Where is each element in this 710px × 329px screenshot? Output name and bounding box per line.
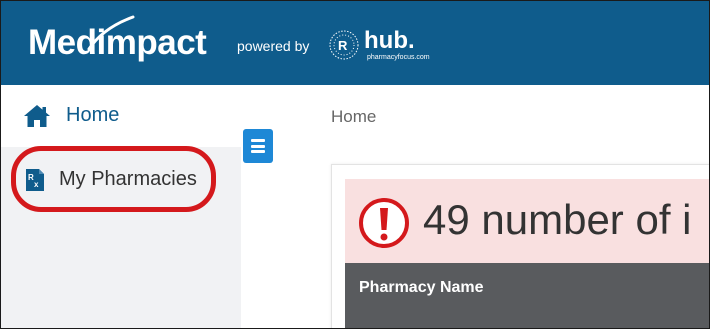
powered-by-text: powered by xyxy=(237,38,310,54)
hub-subtext: pharmacyfocus.com xyxy=(367,54,430,61)
exclamation-circle-icon xyxy=(359,198,409,248)
svg-text:x: x xyxy=(34,180,39,189)
top-header: Medimpact powered by R hub. pharmacyfocu… xyxy=(1,1,709,85)
breadcrumb[interactable]: Home xyxy=(331,106,376,128)
hamburger-bar xyxy=(251,144,265,148)
sidebar: Home R x My Pharmacies xyxy=(1,85,241,328)
sidebar-item-label: My Pharmacies xyxy=(59,168,197,190)
alert-message: 49 number of i xyxy=(423,196,692,243)
column-header-pharmacy-name[interactable]: Pharmacy Name xyxy=(359,278,484,298)
sidebar-toggle-button[interactable] xyxy=(243,129,273,163)
svg-text:R: R xyxy=(338,38,348,53)
sidebar-item-label: Home xyxy=(66,104,120,126)
hub-brand-text: hub. xyxy=(364,27,415,54)
alert-banner: 49 number of i xyxy=(345,179,709,263)
brand-logo[interactable]: Medimpact xyxy=(28,23,207,63)
hub-globe-icon: R xyxy=(329,30,359,60)
rx-document-icon: R x xyxy=(26,169,44,191)
sidebar-item-my-pharmacies[interactable]: R x My Pharmacies xyxy=(1,147,241,209)
app-window: Medimpact powered by R hub. pharmacyfocu… xyxy=(0,0,710,329)
sidebar-item-home[interactable]: Home xyxy=(1,85,241,147)
hamburger-bar xyxy=(251,150,265,153)
table-header: Pharmacy Name xyxy=(345,263,709,328)
home-icon xyxy=(24,105,50,127)
hamburger-menu-icon xyxy=(251,139,265,142)
